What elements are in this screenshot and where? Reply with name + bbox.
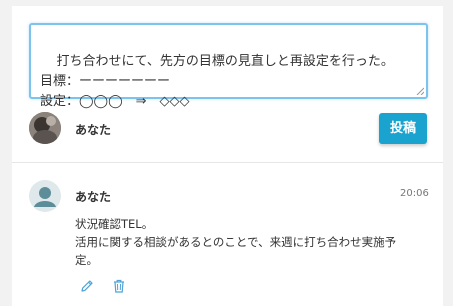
resize-handle-icon[interactable] [416, 87, 424, 95]
comment-author-name: あなた [75, 190, 112, 204]
comment-timestamp: 20:06 [400, 188, 429, 199]
post-button[interactable]: 投稿 [379, 113, 427, 144]
divider [12, 162, 443, 163]
comment-body: 状況確認TEL。 活用に関する相談があるとのことで、来週に打ち合わせ実施予 定。 [75, 217, 397, 267]
comment-panel: 打ち合わせにて、先方の目標の見直しと再設定を行った。 目標：ーーーーーーー 設定… [12, 6, 443, 306]
comment-textarea-text: 打ち合わせにて、先方の目標の見直しと再設定を行った。 目標：ーーーーーーー 設定… [40, 54, 394, 109]
comment-textarea[interactable]: 打ち合わせにて、先方の目標の見直しと再設定を行った。 目標：ーーーーーーー 設定… [29, 23, 428, 109]
current-user-name: あなた [75, 123, 112, 137]
current-user-avatar [29, 112, 61, 144]
pencil-icon[interactable] [80, 279, 94, 293]
trash-icon[interactable] [112, 279, 126, 293]
comment-author-avatar [29, 180, 61, 212]
